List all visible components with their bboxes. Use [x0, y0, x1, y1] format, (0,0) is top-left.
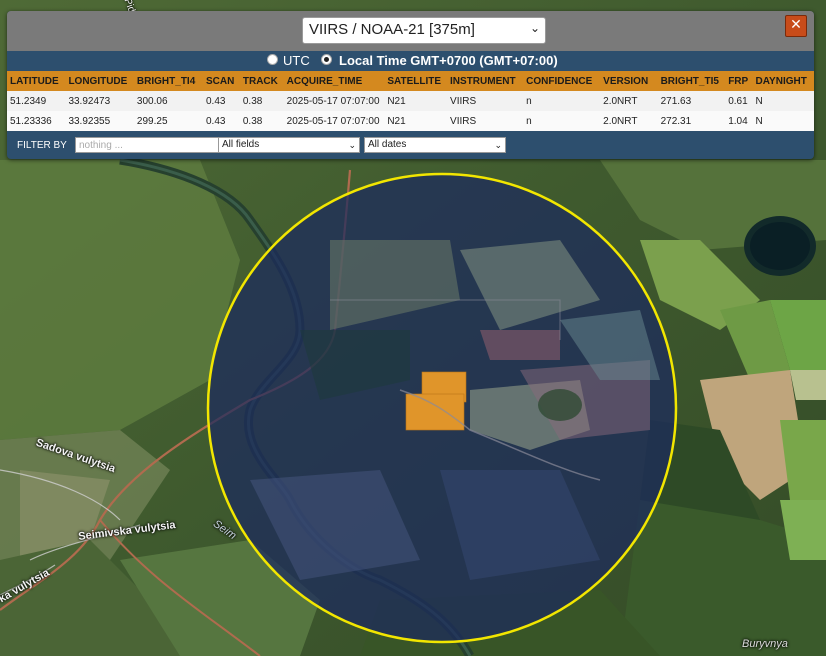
filter-input[interactable]: [75, 137, 220, 153]
field-filter-value: All fields: [222, 139, 260, 150]
table-cell: 1.04: [725, 111, 753, 131]
table-cell: 300.06: [133, 91, 203, 111]
product-select-value: VIIRS / NOAA-21 [375m]: [309, 21, 475, 38]
table-row[interactable]: 51.23336 33.92355 299.25 0.43 0.38 2025-05-17…: [7, 111, 814, 131]
column-header[interactable]: SCAN: [202, 71, 240, 91]
table-cell: n: [523, 91, 601, 111]
filter-row: FILTER BY All fields ⌄ All dates ⌄: [7, 135, 814, 159]
table-header-row: LATITUDE LONGITUDE BRIGHT_TI4 SCAN TRACK ACQU…: [7, 71, 814, 91]
table-cell: 2.0NRT: [600, 111, 658, 131]
table-cell: N: [752, 91, 814, 111]
product-select[interactable]: VIIRS / NOAA-21 [375m] ⌄: [302, 17, 546, 44]
table-cell: N: [752, 111, 814, 131]
table-cell: VIIRS: [447, 91, 524, 111]
table-cell: 2.0NRT: [600, 91, 658, 111]
chevron-down-icon: ⌄: [529, 21, 540, 35]
column-header[interactable]: BRIGHT_TI5: [657, 71, 726, 91]
table-cell: 0.43: [202, 111, 240, 131]
column-header[interactable]: LATITUDE: [7, 71, 66, 91]
utc-radio[interactable]: [267, 54, 278, 65]
table-cell: 2025-05-17 07:07:00: [283, 91, 385, 111]
filter-label: FILTER BY: [17, 140, 67, 151]
table-cell: 0.61: [725, 91, 753, 111]
chevron-down-icon: ⌄: [348, 140, 356, 150]
close-button[interactable]: ✕: [785, 15, 807, 37]
table-cell: 33.92355: [65, 111, 134, 131]
table-cell: 0.38: [239, 91, 284, 111]
chevron-down-icon: ⌄: [494, 140, 502, 150]
column-header[interactable]: ACQUIRE_TIME: [283, 71, 385, 91]
table-cell: 271.63: [657, 91, 726, 111]
column-header[interactable]: CONFIDENCE: [523, 71, 601, 91]
field-filter-select[interactable]: All fields ⌄: [218, 137, 360, 153]
column-header[interactable]: SATELLITE: [384, 71, 448, 91]
table-cell: 0.38: [239, 111, 284, 131]
table-cell: VIIRS: [447, 111, 524, 131]
column-header[interactable]: LONGITUDE: [65, 71, 134, 91]
date-filter-select[interactable]: All dates ⌄: [364, 137, 506, 153]
table-cell: n: [523, 111, 601, 131]
table-cell: 33.92473: [65, 91, 134, 111]
column-header[interactable]: FRP: [725, 71, 753, 91]
table-cell: 2025-05-17 07:07:00: [283, 111, 385, 131]
table-cell: N21: [384, 91, 448, 111]
table-cell: 272.31: [657, 111, 726, 131]
time-mode-row: UTC Local Time GMT+0700 (GMT+07:00): [7, 51, 814, 71]
table-cell: 299.25: [133, 111, 203, 131]
local-time-radio[interactable]: [321, 54, 332, 65]
fire-data-table: LATITUDE LONGITUDE BRIGHT_TI4 SCAN TRACK ACQU…: [7, 71, 814, 131]
map-label-town: Buryvnya: [742, 638, 788, 650]
column-header[interactable]: DAYNIGHT: [752, 71, 814, 91]
column-header[interactable]: INSTRUMENT: [447, 71, 524, 91]
column-header[interactable]: VERSION: [600, 71, 658, 91]
table-cell: 51.2349: [7, 91, 66, 111]
column-header[interactable]: BRIGHT_TI4: [133, 71, 203, 91]
panel-header: VIIRS / NOAA-21 [375m] ⌄ ✕: [7, 11, 814, 51]
table-cell: N21: [384, 111, 448, 131]
fire-pixel-marker: [405, 393, 465, 431]
date-filter-value: All dates: [368, 139, 407, 150]
fire-info-panel: VIIRS / NOAA-21 [375m] ⌄ ✕ UTC Local Tim…: [7, 11, 814, 159]
column-header[interactable]: TRACK: [239, 71, 284, 91]
table-body: 51.2349 33.92473 300.06 0.43 0.38 2025-05-17 …: [7, 91, 814, 131]
table-row[interactable]: 51.2349 33.92473 300.06 0.43 0.38 2025-05-17 …: [7, 91, 814, 111]
table-cell: 0.43: [202, 91, 240, 111]
utc-radio-label: UTC: [283, 53, 310, 68]
table-cell: 51.23336: [7, 111, 66, 131]
local-time-radio-label: Local Time GMT+0700 (GMT+07:00): [339, 53, 558, 68]
